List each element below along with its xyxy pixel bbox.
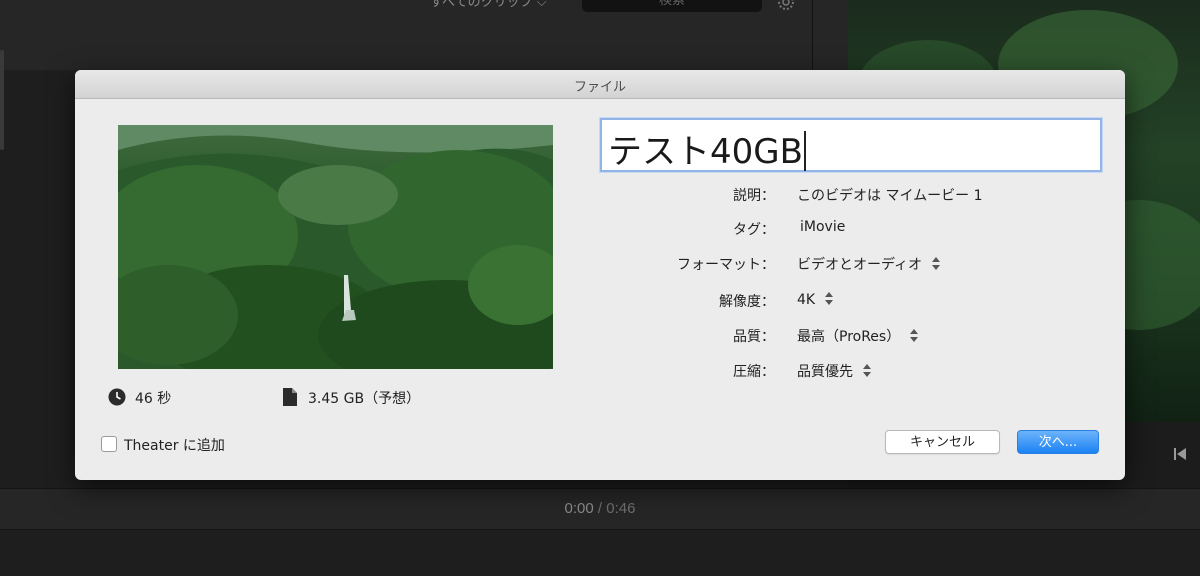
skip-to-start-icon[interactable] [1172,446,1188,462]
format-value: ビデオとオーディオ [797,257,923,273]
clip-filter-menu[interactable]: すべてのクリップ ⌵ [430,0,547,10]
cancel-button[interactable]: キャンセル [885,430,1000,454]
description-value[interactable]: このビデオは マイムービー 1 [797,185,983,205]
document-icon [283,388,297,406]
tags-value[interactable]: iMovie [800,219,845,235]
duration-value: 46 秒 [135,391,172,407]
title-field[interactable]: テスト40GB [600,118,1102,172]
next-button[interactable]: 次へ... [1017,430,1099,454]
timecode-display: 0:00 / 0:46 [0,500,1200,517]
share-file-dialog: ファイル 46 秒 3.45 GB（予想） テスト40GB 説明： このビデオは… [75,70,1125,480]
resolution-label: 解像度： [719,294,775,310]
timeline-area [0,530,1200,576]
description-label: 説明： [733,188,775,204]
file-size-value: 3.45 GB（予想） [308,391,421,407]
duration-info: 46 秒 [108,387,228,407]
theater-checkbox[interactable] [101,436,117,452]
search-field[interactable]: 検索 [582,0,762,12]
compression-label: 圧縮： [733,364,775,380]
quality-popup[interactable]: 最高（ProRes） [797,326,919,346]
compression-stepper-icon [863,363,871,379]
gear-icon[interactable] [776,0,796,12]
quality-label: 品質： [733,329,775,345]
format-popup[interactable]: ビデオとオーディオ [797,254,941,274]
pane-divider [812,0,813,70]
format-stepper-icon [932,256,941,272]
timecode-separator: / [597,500,603,517]
compression-popup[interactable]: 品質優先 [797,361,871,381]
compression-value: 品質優先 [797,364,853,380]
resolution-stepper-icon [825,291,834,307]
theater-label[interactable]: Theater に追加 [124,435,225,455]
resolution-value: 4K [797,292,816,308]
video-thumbnail [118,125,553,369]
text-caret [803,131,806,171]
title-field-value: テスト40GB [608,124,806,173]
dialog-titlebar: ファイル [75,70,1125,99]
format-label: フォーマット： [677,257,775,273]
quality-value: 最高（ProRes） [797,329,901,345]
title-text: テスト40GB [608,132,803,172]
file-size-info: 3.45 GB（予想） [283,387,483,407]
tags-label: タグ： [733,222,775,238]
sidebar-edge [0,50,4,150]
quality-stepper-icon [910,328,919,344]
clock-icon [108,388,126,406]
timecode-total: 0:46 [606,500,636,517]
timecode-current: 0:00 [564,500,594,517]
dialog-title: ファイル [573,80,626,95]
resolution-popup[interactable]: 4K [797,291,834,308]
